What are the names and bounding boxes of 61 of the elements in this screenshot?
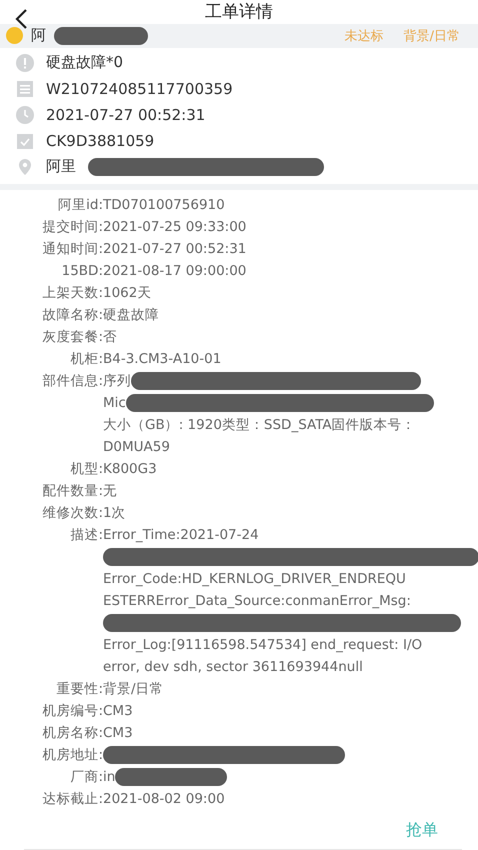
field-label: 上架天数: bbox=[41, 284, 103, 303]
field-value: in bbox=[103, 769, 116, 785]
field-value: ESTERRError_Data_Source:conmanError_Msg: bbox=[103, 593, 411, 609]
field-label: 灰度套餐: bbox=[41, 328, 103, 347]
field-label: 机房名称: bbox=[41, 724, 103, 743]
field-label: 维修次数: bbox=[41, 504, 103, 523]
field-value: B4-3.CM3-A10-01 bbox=[103, 351, 222, 367]
field-value: 2021-07-27 00:52:31 bbox=[103, 241, 246, 257]
field-value: 硬盘故障*0 bbox=[46, 53, 124, 72]
field-label: 厂商: bbox=[69, 768, 103, 787]
field-value: Error_Log:[91116598.547534] end_request: I/O bbox=[103, 637, 422, 653]
field-label: 配件数量: bbox=[41, 482, 103, 501]
field-label: 部件信息: bbox=[41, 372, 103, 391]
field-label: 达标截止: bbox=[41, 790, 103, 809]
field-value: Error_Time:2021-07-24 bbox=[103, 527, 259, 543]
status-tag: 未达标 bbox=[344, 26, 384, 45]
field-label: 机房地址: bbox=[41, 746, 103, 765]
field-value: 1062天 bbox=[103, 284, 152, 302]
field-label: 机型: bbox=[69, 460, 103, 479]
field-value: Error_Code:HD_KERNLOG_DRIVER_ENDREQU bbox=[103, 571, 406, 587]
field-value: 序列 bbox=[103, 372, 131, 390]
field-label: 故障名称: bbox=[41, 306, 103, 325]
field-value: 2021-08-02 09:00 bbox=[103, 791, 225, 807]
field-value: K800G3 bbox=[103, 461, 157, 477]
back-icon[interactable] bbox=[14, 8, 28, 30]
field-label: 机房编号: bbox=[41, 702, 103, 721]
field-value: CK9D3881059 bbox=[46, 132, 154, 150]
field-value: CM3 bbox=[103, 703, 133, 719]
field-value: 阿 bbox=[31, 26, 46, 46]
field-label: 重要性: bbox=[55, 680, 103, 699]
field-label: 阿里id: bbox=[57, 196, 103, 215]
field-value: TD070100756910 bbox=[103, 197, 225, 213]
field-value: 无 bbox=[103, 482, 117, 500]
field-value: 阿里 bbox=[46, 157, 76, 176]
field-value: 2021-07-27 00:52:31 bbox=[46, 106, 206, 124]
field-value: 2021-08-17 09:00:00 bbox=[103, 263, 246, 279]
clipboard-icon bbox=[16, 132, 34, 150]
field-value: 2021-07-25 09:33:00 bbox=[103, 219, 246, 235]
field-value: 否 bbox=[103, 328, 117, 346]
field-label: 15BD: bbox=[60, 262, 103, 281]
field-value: D0MUA59 bbox=[103, 439, 170, 455]
field-value: W210724085117700359 bbox=[46, 80, 233, 98]
field-value: error, dev sdh, sector 3611693944null bbox=[103, 659, 363, 675]
status-tag: 背景/日常 bbox=[404, 26, 460, 45]
field-value: CM3 bbox=[103, 725, 133, 741]
status-dot bbox=[6, 27, 23, 44]
field-label: 通知时间: bbox=[41, 240, 103, 259]
grab-order-button[interactable]: 抢单 bbox=[406, 820, 438, 841]
page-title: 工单详情 bbox=[205, 1, 273, 24]
clock-icon bbox=[16, 106, 34, 124]
field-value: 硬盘故障 bbox=[103, 306, 159, 324]
field-value: 背景/日常 bbox=[103, 680, 164, 698]
field-label: 提交时间: bbox=[41, 218, 103, 237]
alert-icon bbox=[16, 54, 34, 72]
field-label: 描述: bbox=[69, 526, 103, 545]
field-label: 机柜: bbox=[69, 350, 103, 369]
list-icon bbox=[16, 80, 34, 98]
field-value: 大小（GB）: 1920类型：SSD_SATA固件版本号： bbox=[103, 416, 416, 434]
field-value: 1次 bbox=[103, 504, 126, 522]
field-value: Mic bbox=[103, 395, 126, 411]
location-pin-icon bbox=[16, 158, 34, 176]
